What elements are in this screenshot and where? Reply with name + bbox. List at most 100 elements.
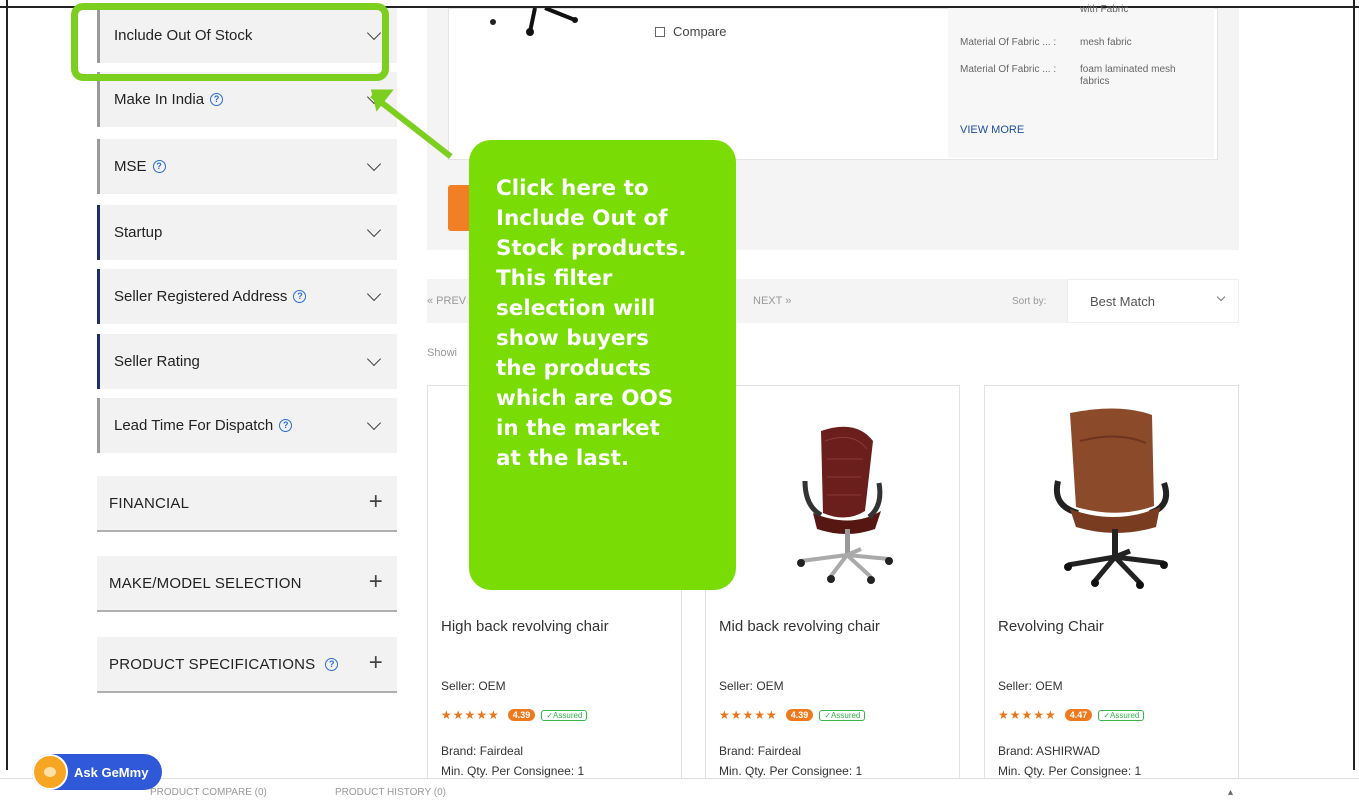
filter-startup[interactable]: Startup <box>97 205 397 260</box>
help-icon[interactable]: ? <box>325 657 339 671</box>
product-rating: ★★★★★ 4.47 ✓Assured <box>998 708 1145 722</box>
callout-line: in the market <box>496 416 660 441</box>
product-seller: Seller: OEM <box>441 679 506 693</box>
product-seller: Seller: OEM <box>998 679 1063 693</box>
product-rating: ★★★★★ 4.39 ✓Assured <box>441 708 588 722</box>
tab-count: 0 <box>257 787 264 798</box>
filter-seller-rating[interactable]: Seller Rating <box>97 334 397 389</box>
product-rating: ★★★★★ 4.39 ✓Assured <box>719 708 866 722</box>
tab-label: PRODUCT COMPARE <box>150 787 252 798</box>
help-icon[interactable]: ? <box>279 419 293 432</box>
section-label: FINANCIAL <box>109 494 190 512</box>
spec-key: Material Of Fabric ... : <box>960 64 1057 75</box>
compare-checkbox[interactable]: Compare <box>655 24 726 39</box>
chevron-down-icon <box>366 156 382 172</box>
filter-seller-registered-address[interactable]: Seller Registered Address? <box>97 269 397 324</box>
chevron-down-icon <box>366 415 382 431</box>
assured-badge: ✓Assured <box>819 709 866 721</box>
spec-value: foam laminated mesh fabrics <box>1080 64 1176 87</box>
filter-label: MSE <box>114 158 147 175</box>
filter-label: Startup <box>114 224 163 241</box>
product-card[interactable]: Mid back revolving chair Seller: OEM ★★★… <box>705 385 960 785</box>
section-label: MAKE/MODEL SELECTION <box>109 574 302 592</box>
compare-label: Compare <box>673 24 727 39</box>
spec-value: mesh fabric <box>1080 37 1132 48</box>
gemmy-avatar-icon <box>32 754 68 790</box>
filter-label: Lead Time For Dispatch <box>114 417 274 434</box>
help-icon[interactable]: ? <box>210 93 224 106</box>
chevron-down-icon <box>1216 292 1226 302</box>
ask-gemmy-label: Ask GeMmy <box>74 764 149 780</box>
chair-image <box>1054 408 1170 589</box>
plus-icon: + <box>368 568 383 595</box>
prev-page-link[interactable]: « PREV <box>427 295 466 307</box>
product-name[interactable]: High back revolving chair <box>441 618 609 635</box>
spec-key: Material Of Fabric ... : <box>960 37 1057 48</box>
section-product-specifications[interactable]: PRODUCT SPECIFICATIONS? + <box>97 637 397 693</box>
filter-label: Seller Rating <box>114 353 200 370</box>
plus-icon: + <box>368 649 383 676</box>
star-rating-icon: ★★★★★ <box>998 708 1057 722</box>
help-icon[interactable]: ? <box>293 290 307 303</box>
highlight-box <box>71 3 389 81</box>
product-min-qty: Min. Qty. Per Consignee: 1 <box>719 764 863 778</box>
callout-line: Include Out of <box>496 206 668 231</box>
instruction-callout: Click here to Include Out of Stock produ… <box>469 140 736 590</box>
chair-image <box>797 426 893 584</box>
chair-base-image <box>490 8 578 36</box>
product-seller: Seller: OEM <box>719 679 784 693</box>
rating-badge: 4.39 <box>785 709 814 721</box>
filter-label: Seller Registered Address <box>114 288 288 305</box>
product-brand: Brand: ASHIRWAD <box>998 744 1101 758</box>
section-label: PRODUCT SPECIFICATIONS <box>109 655 316 673</box>
spec-key <box>960 4 1080 16</box>
plus-icon: + <box>368 488 383 515</box>
product-history-tab[interactable]: PRODUCT HISTORY (0) <box>335 787 446 798</box>
chevron-down-icon <box>366 222 382 238</box>
product-specs: with Fabric Material Of Fabric ... : mes… <box>948 4 1214 158</box>
callout-line: Click here to <box>496 176 649 201</box>
callout-line: selection will <box>496 296 656 321</box>
help-icon[interactable]: ? <box>152 160 166 173</box>
callout-line: This filter <box>496 266 613 291</box>
callout-line: the products <box>496 356 651 381</box>
product-min-qty: Min. Qty. Per Consignee: 1 <box>998 764 1142 778</box>
sort-label: Sort by: <box>1012 296 1047 307</box>
spec-row: with Fabric <box>960 4 1200 16</box>
product-name[interactable]: Mid back revolving chair <box>719 618 880 635</box>
chevron-up-icon[interactable]: ▴ <box>1228 787 1233 798</box>
rating-badge: 4.47 <box>1064 709 1093 721</box>
star-rating-icon: ★★★★★ <box>719 708 778 722</box>
assured-badge: ✓Assured <box>541 709 588 721</box>
callout-line: at the last. <box>496 446 630 471</box>
section-financial[interactable]: FINANCIAL + <box>97 476 397 532</box>
product-compare-tab[interactable]: PRODUCT COMPARE (0) <box>150 787 267 798</box>
product-card[interactable]: Revolving Chair Seller: OEM ★★★★★ 4.47 ✓… <box>984 385 1239 785</box>
ask-gemmy-button[interactable]: Ask GeMmy <box>32 754 162 790</box>
next-page-link[interactable]: NEXT » <box>753 295 791 307</box>
product-brand: Brand: Fairdeal <box>441 744 524 758</box>
filter-mse[interactable]: MSE? <box>97 139 397 194</box>
results-count: Showi <box>427 347 457 359</box>
section-make-model-selection[interactable]: MAKE/MODEL SELECTION + <box>97 556 397 612</box>
spec-row: Material Of Fabric ... : mesh fabric <box>960 37 1200 49</box>
rating-badge: 4.39 <box>507 709 536 721</box>
product-min-qty: Min. Qty. Per Consignee: 1 <box>441 764 585 778</box>
sort-select[interactable]: Best Match <box>1067 279 1239 323</box>
sort-value: Best Match <box>1090 294 1156 309</box>
checkbox-icon <box>655 26 665 37</box>
chevron-down-icon <box>366 286 382 302</box>
filter-lead-time-for-dispatch[interactable]: Lead Time For Dispatch? <box>97 398 397 453</box>
view-more-link[interactable]: VIEW MORE <box>960 124 1024 136</box>
tab-label: PRODUCT HISTORY <box>335 787 431 798</box>
product-brand: Brand: Fairdeal <box>719 744 802 758</box>
callout-line: Stock products. <box>496 236 687 261</box>
callout-line: which are OOS <box>496 386 674 411</box>
spec-value: with Fabric <box>1080 4 1129 15</box>
bottom-compare-bar: PRODUCT COMPARE (0) PRODUCT HISTORY (0) … <box>0 778 1359 803</box>
filter-label: Make In India <box>114 91 205 108</box>
star-rating-icon: ★★★★★ <box>441 708 500 722</box>
product-name[interactable]: Revolving Chair <box>998 618 1104 635</box>
window-left-border <box>0 0 8 770</box>
chevron-down-icon <box>366 351 382 367</box>
